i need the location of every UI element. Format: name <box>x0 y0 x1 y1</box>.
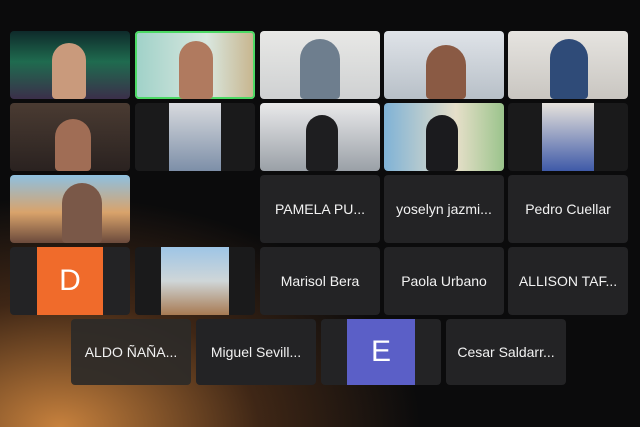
video-tile-man[interactable] <box>508 31 628 99</box>
participant-video-silhouette <box>306 115 338 171</box>
participant-tile-allison[interactable]: ALLISON TAF... <box>508 247 628 315</box>
participant-name: Cesar Saldarr... <box>457 344 555 360</box>
video-tile-window[interactable] <box>384 31 504 99</box>
avatar-letter: E <box>370 335 391 368</box>
participant-video-silhouette <box>52 43 86 99</box>
participant-tile-e[interactable]: E <box>321 319 441 385</box>
participant-tile-yoselyn[interactable]: yoselyn jazmi... <box>384 175 504 243</box>
video-tile-aurora[interactable] <box>10 31 130 99</box>
participant-name: PAMELA PU... <box>275 201 365 217</box>
participant-name: Marisol Bera <box>280 273 360 289</box>
video-tile-small-frame[interactable] <box>135 103 255 171</box>
video-tile-office[interactable] <box>260 31 380 99</box>
participant-name: Miguel Sevill... <box>210 344 302 360</box>
participant-tile-aldo[interactable]: ALDO ÑAÑA... <box>71 319 191 385</box>
video-feed <box>542 103 594 171</box>
participant-name: yoselyn jazmi... <box>396 201 492 217</box>
avatar: D <box>37 247 103 315</box>
avatar: E <box>347 319 415 385</box>
participant-tile-pedro[interactable]: Pedro Cuellar <box>508 175 628 243</box>
participant-tile-miguel[interactable]: Miguel Sevill... <box>196 319 316 385</box>
participant-name: Paola Urbano <box>401 273 487 289</box>
participant-video-silhouette <box>179 41 213 99</box>
participant-tile-pamela[interactable]: PAMELA PU... <box>260 175 380 243</box>
participant-video-silhouette <box>550 39 588 99</box>
participant-video-silhouette <box>55 119 91 171</box>
video-tile-glasses[interactable] <box>10 103 130 171</box>
participant-tile-cesar[interactable]: Cesar Saldarr... <box>446 319 566 385</box>
video-tile-small-frame-2[interactable] <box>508 103 628 171</box>
participant-name: ALDO ÑAÑA... <box>84 344 178 360</box>
participant-tile-paola[interactable]: Paola Urbano <box>384 247 504 315</box>
avatar-letter: D <box>59 264 81 297</box>
video-tile-colorful-room[interactable] <box>384 103 504 171</box>
participant-video-silhouette <box>426 115 458 171</box>
participant-name: ALLISON TAF... <box>518 273 618 289</box>
video-tile-outdoor[interactable] <box>135 247 255 315</box>
video-feed <box>169 103 221 171</box>
video-tile-bridge-background[interactable] <box>10 175 130 243</box>
participant-video-silhouette <box>62 183 102 243</box>
participant-video-silhouette <box>300 39 340 99</box>
video-tile-classroom[interactable] <box>260 103 380 171</box>
participant-tile-d[interactable]: D <box>10 247 130 315</box>
participant-video-silhouette <box>426 45 466 99</box>
participant-gallery: PAMELA PU... yoselyn jazmi... Pedro Cuel… <box>0 0 640 427</box>
participant-name: Pedro Cuellar <box>525 201 611 217</box>
video-tile-active-speaker[interactable] <box>135 31 255 99</box>
participant-tile-marisol[interactable]: Marisol Bera <box>260 247 380 315</box>
video-feed <box>161 247 229 315</box>
